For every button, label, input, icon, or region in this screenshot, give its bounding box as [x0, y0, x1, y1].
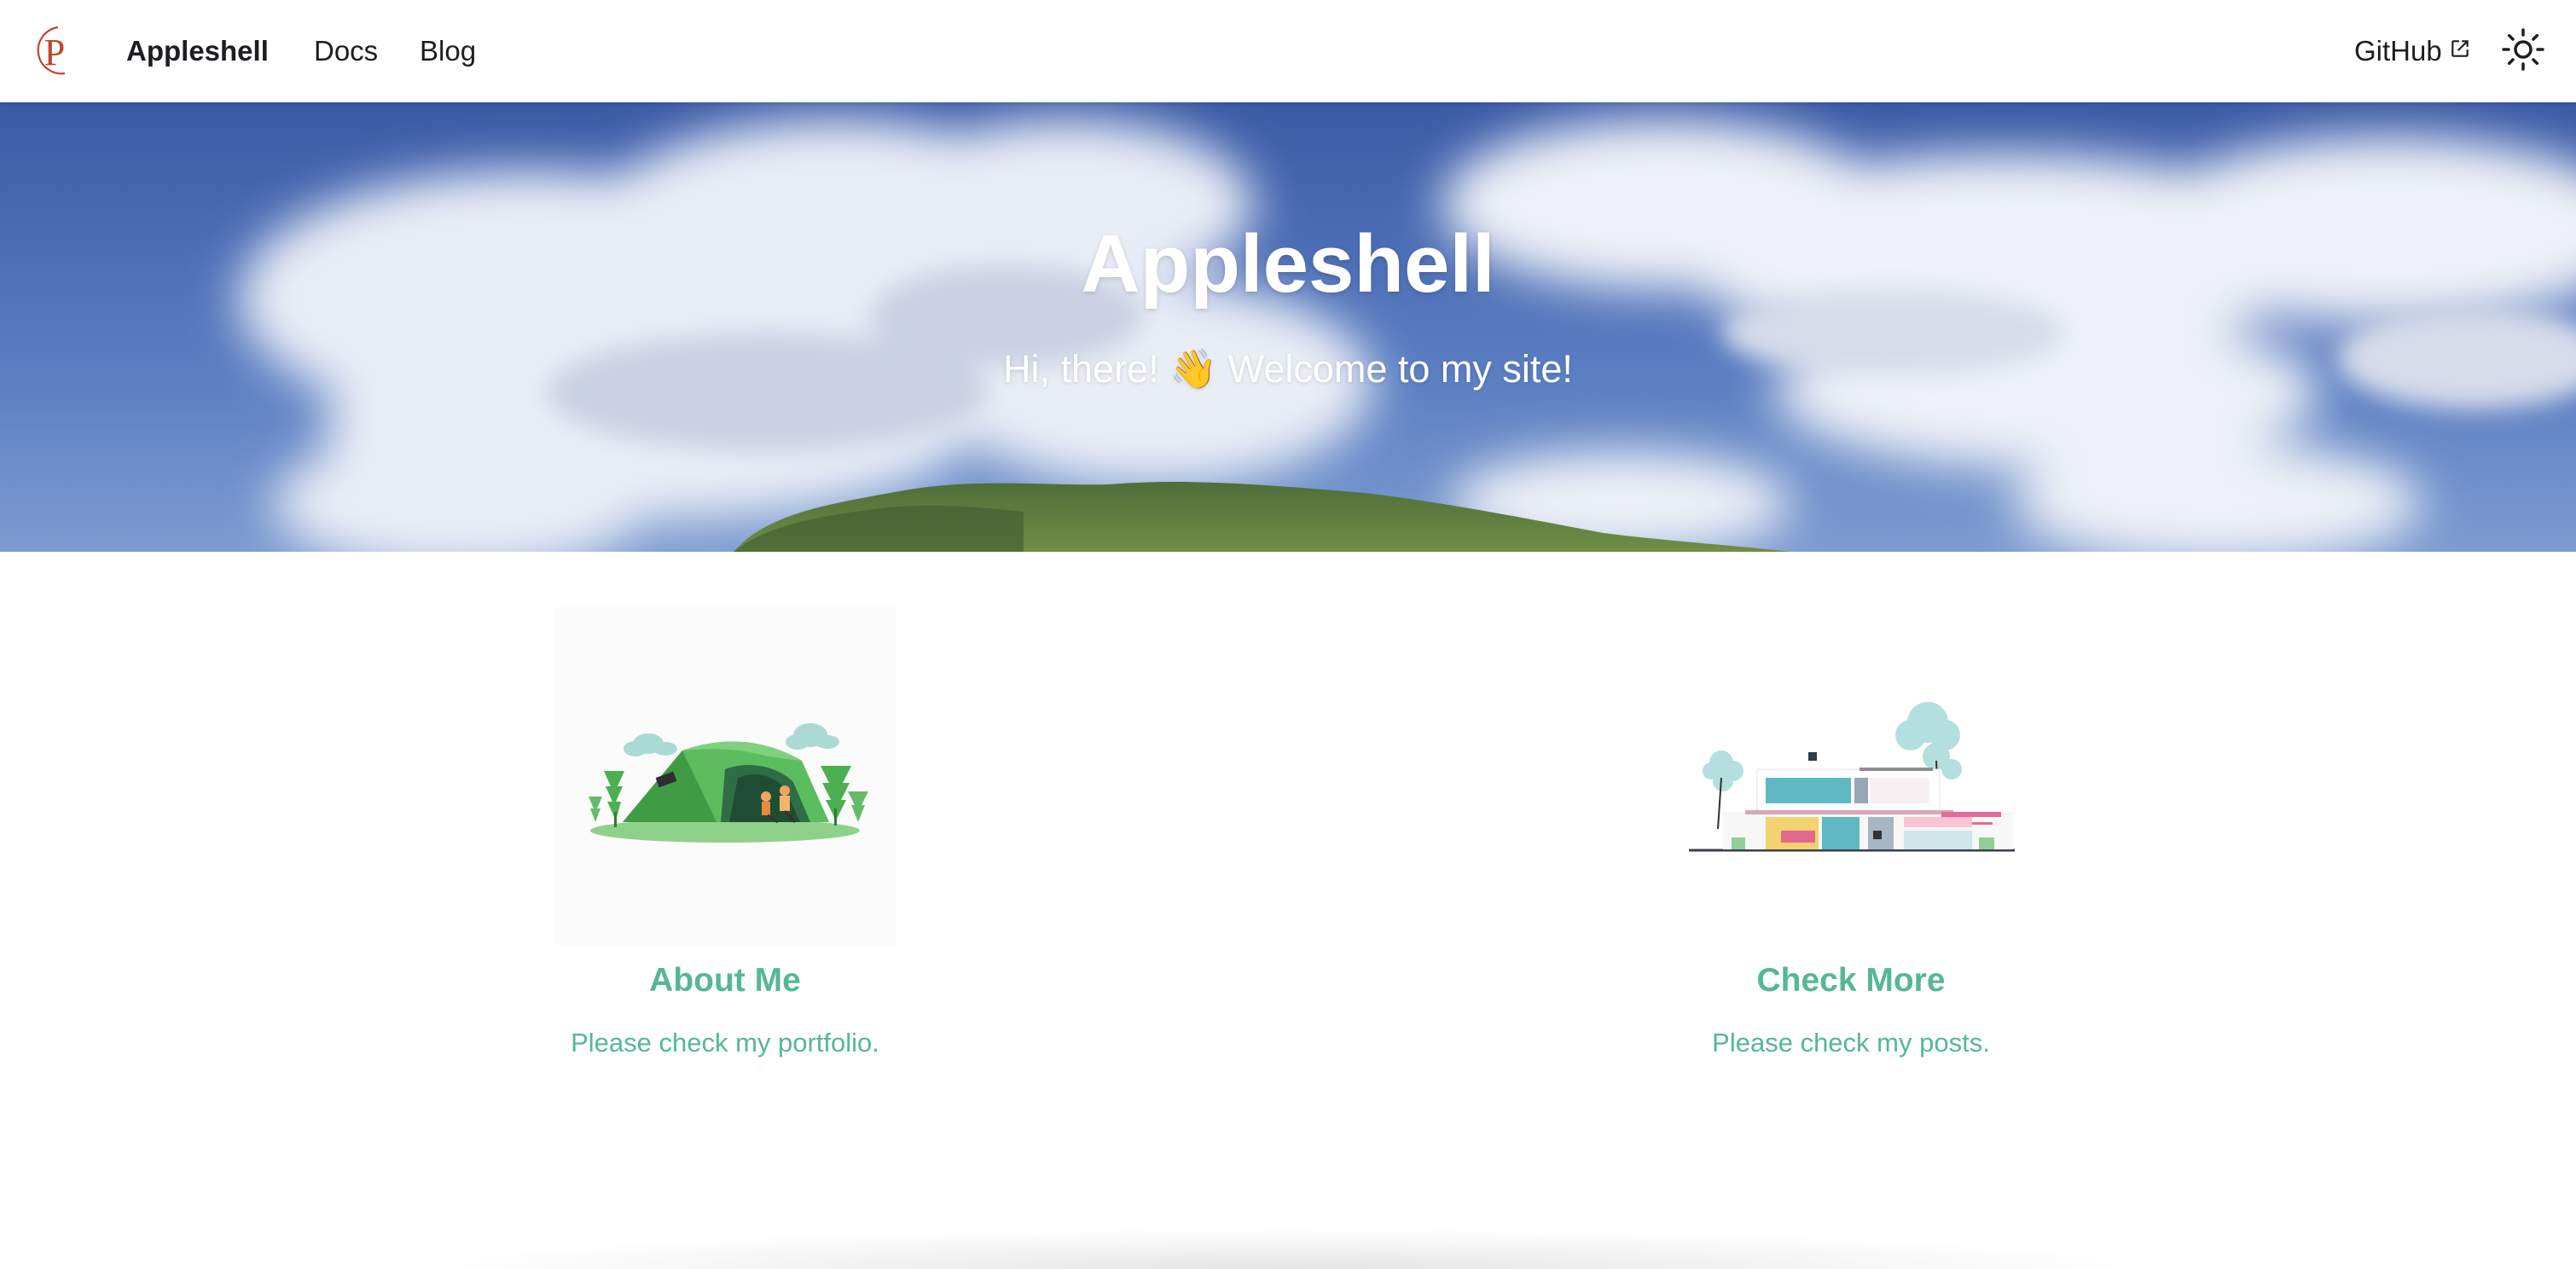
sun-icon[interactable]: [2501, 27, 2545, 72]
tent-icon: [589, 723, 868, 843]
feature-desc-about-me: Please check my portfolio.: [571, 1028, 879, 1058]
github-label: GitHub: [2354, 35, 2442, 67]
hero-title: Appleshell: [1081, 218, 1495, 310]
navbar: P Appleshell Docs Blog GitHub: [0, 0, 2576, 102]
svg-text:P: P: [44, 32, 65, 73]
nav-link-github[interactable]: GitHub: [2354, 32, 2471, 70]
external-link-icon: [2451, 40, 2469, 57]
feature-desc-check-more: Please check my posts.: [1712, 1028, 1990, 1058]
hero-banner: Appleshell Hi, there! 👋 Welcome to my si…: [0, 102, 2576, 552]
logo-icon[interactable]: P: [24, 20, 84, 80]
feature-about-me: About Me Please check my portfolio.: [503, 607, 947, 1061]
hero-subtitle: Hi, there! 👋 Welcome to my site!: [1003, 347, 1573, 391]
footer-shadow: [409, 1228, 2167, 1269]
tent-camping-illustration[interactable]: [554, 607, 896, 945]
modern-house-illustration[interactable]: [1680, 607, 2022, 945]
feature-title-check-more[interactable]: Check More: [1629, 959, 2073, 1003]
sky-mountain-background: [0, 102, 2576, 552]
feature-check-more: Check More Please check my posts.: [1629, 607, 2073, 1061]
feature-title-about-me[interactable]: About Me: [503, 959, 947, 1003]
brand-title[interactable]: Appleshell: [126, 32, 269, 70]
house-icon: [1689, 702, 2015, 852]
nav-link-blog[interactable]: Blog: [420, 32, 476, 70]
nav-link-docs[interactable]: Docs: [314, 32, 378, 70]
